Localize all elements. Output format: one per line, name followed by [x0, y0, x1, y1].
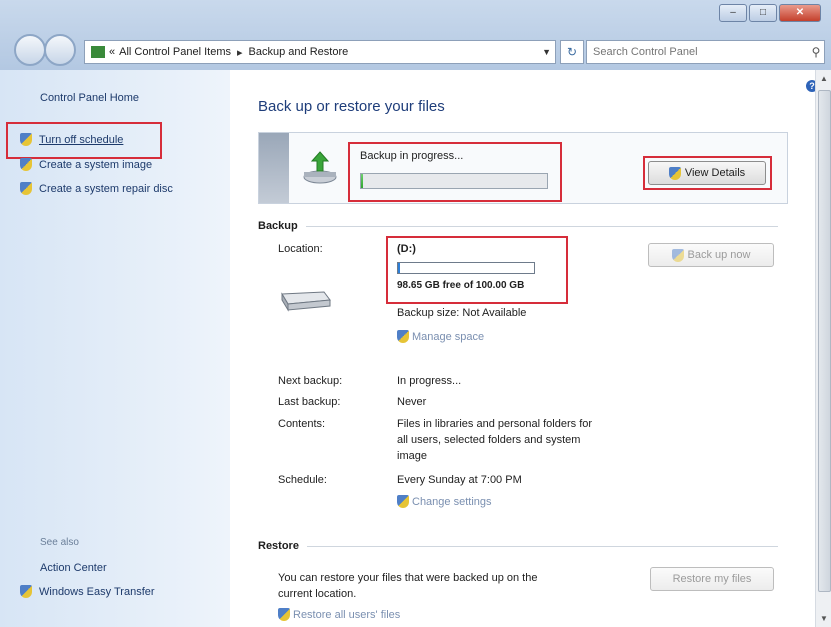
next-backup-value: In progress... — [397, 375, 462, 387]
create-system-image-label: Create a system image — [39, 158, 153, 171]
backup-icon — [303, 151, 337, 184]
location-label: Location: — [278, 243, 323, 255]
magnifier-icon[interactable]: ⚲ — [808, 45, 824, 59]
close-button[interactable]: ✕ — [779, 4, 821, 22]
create-repair-disc-link[interactable]: Create a system repair disc — [20, 182, 173, 195]
next-backup-label: Next backup: — [278, 375, 343, 387]
shield-icon — [671, 248, 684, 262]
shield-icon — [20, 182, 32, 195]
control-panel-home-link[interactable]: Control Panel Home — [40, 92, 139, 104]
restore-section-heading: Restore — [258, 540, 778, 552]
restore-heading-label: Restore — [258, 540, 299, 552]
backup-size: Backup size: Not Available — [397, 307, 527, 319]
last-backup-value: Never — [397, 396, 427, 408]
action-center-link[interactable]: Action Center — [40, 562, 107, 574]
back-up-now-label: Back up now — [687, 249, 751, 261]
contents-line-2: all users, selected folders and system — [397, 434, 581, 446]
change-settings-link[interactable]: Change settings — [397, 495, 492, 508]
search-box[interactable]: ⚲ — [586, 40, 825, 64]
shield-icon — [397, 330, 409, 343]
breadcrumb-separator: ▸ — [237, 46, 243, 59]
see-also-heading: See also — [40, 537, 79, 548]
backup-heading-label: Backup — [258, 220, 298, 232]
restore-my-files-button[interactable]: Restore my files — [650, 567, 774, 591]
control-panel-icon — [91, 46, 105, 58]
minimize-button[interactable]: – — [719, 4, 747, 22]
windows-easy-transfer-link[interactable]: Windows Easy Transfer — [20, 585, 155, 598]
last-backup-label: Last backup: — [278, 396, 341, 408]
breadcrumb-backup-restore[interactable]: Backup and Restore — [249, 46, 349, 58]
restore-all-users-link[interactable]: Restore all users' files — [278, 608, 400, 621]
contents-line-1: Files in libraries and personal folders … — [397, 418, 593, 430]
vertical-scrollbar[interactable]: ▲ ▼ — [815, 70, 831, 627]
section-divider — [305, 225, 778, 227]
scroll-down-icon[interactable]: ▼ — [820, 614, 828, 623]
shield-icon — [20, 585, 32, 598]
schedule-value: Every Sunday at 7:00 PM — [397, 474, 522, 486]
shield-icon — [278, 608, 290, 621]
highlight-location — [386, 236, 568, 304]
create-system-image-link[interactable]: Create a system image — [20, 158, 152, 171]
refresh-button[interactable]: ↻ — [560, 40, 584, 64]
backup-restore-window: – □ ✕ « All Control Panel Items ▸ Backup… — [0, 0, 831, 627]
backup-section-heading: Backup — [258, 220, 778, 232]
breadcrumb-all-items[interactable]: All Control Panel Items — [119, 46, 231, 58]
address-prefix: « — [109, 46, 116, 58]
manage-space-label: Manage space — [412, 330, 485, 343]
highlight-view-details — [643, 156, 772, 190]
restore-text-line-2: current location. — [278, 588, 357, 600]
manage-space-link[interactable]: Manage space — [397, 330, 484, 343]
windows-easy-transfer-label: Windows Easy Transfer — [39, 585, 155, 598]
section-divider — [306, 545, 778, 547]
change-settings-label: Change settings — [412, 495, 492, 508]
page-title: Back up or restore your files — [258, 98, 445, 115]
search-input[interactable] — [587, 45, 808, 59]
restore-text-line-1: You can restore your files that were bac… — [278, 572, 538, 584]
create-repair-disc-label: Create a system repair disc — [39, 182, 173, 195]
title-bar: – □ ✕ « All Control Panel Items ▸ Backup… — [0, 0, 831, 70]
contents-label: Contents: — [278, 418, 326, 430]
forward-button[interactable] — [44, 34, 76, 66]
contents-line-3: image — [397, 450, 427, 462]
back-up-now-button[interactable]: Back up now — [648, 243, 774, 267]
status-stripe — [259, 133, 289, 203]
highlight-progress — [348, 142, 562, 202]
restore-my-files-label: Restore my files — [672, 573, 752, 585]
highlight-turn-off-schedule — [6, 122, 162, 159]
shield-icon — [20, 158, 32, 171]
restore-all-users-label: Restore all users' files — [293, 608, 401, 621]
back-button[interactable] — [14, 34, 46, 66]
address-dropdown-icon[interactable]: ▼ — [542, 47, 551, 57]
address-bar[interactable]: « All Control Panel Items ▸ Backup and R… — [84, 40, 556, 64]
shield-icon — [397, 495, 409, 508]
maximize-button[interactable]: □ — [749, 4, 777, 22]
scrollbar-thumb[interactable] — [818, 90, 831, 592]
hard-drive-icon — [281, 291, 331, 312]
window-controls: – □ ✕ — [717, 4, 821, 22]
schedule-label: Schedule: — [278, 474, 327, 486]
scroll-up-icon[interactable]: ▲ — [820, 74, 828, 83]
